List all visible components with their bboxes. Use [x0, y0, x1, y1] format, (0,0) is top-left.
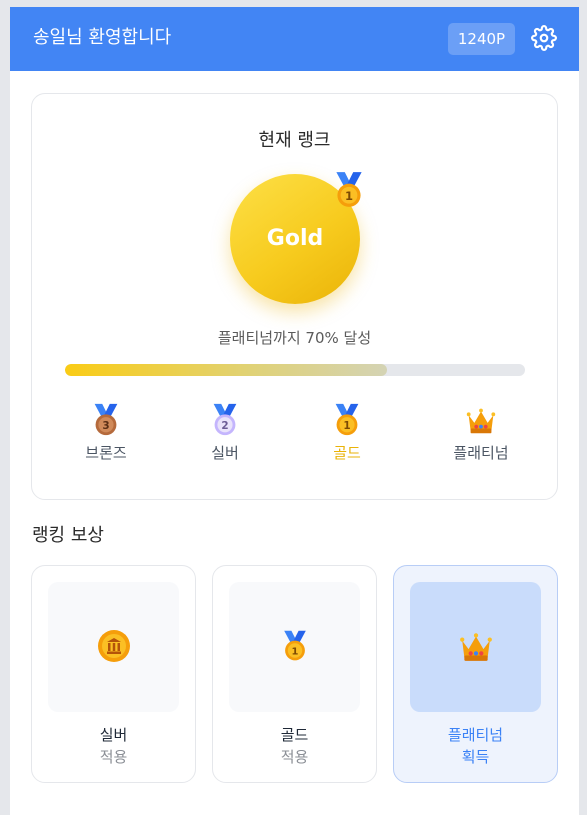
tier-label: 실버 [211, 444, 239, 462]
reward-icon-tile [410, 582, 541, 712]
current-rank-card: 현재 랭크 Gold 1 플래티넘까지 70% 달성 3 브론즈 2 실버 1 … [31, 93, 558, 500]
svg-text:3: 3 [102, 420, 109, 432]
reward-name: 실버 [99, 726, 128, 744]
tier-label: 플래티넘 [453, 444, 509, 462]
reward-status: 적용 [99, 748, 128, 766]
reward-icon-tile: 1 [229, 582, 360, 712]
reward-icon-tile [48, 582, 179, 712]
gold-medal-icon: 1 [336, 172, 362, 207]
tier-gold: 1 골드 [287, 402, 407, 463]
tier-label: 골드 [333, 444, 361, 462]
gold-medal-icon: 1 [284, 630, 306, 661]
top-bar: 송일님 환영합니다 1240P [10, 7, 579, 71]
svg-text:2: 2 [221, 420, 228, 432]
svg-text:1: 1 [343, 420, 350, 432]
greeting-text: 송일님 환영합니다 [33, 27, 172, 48]
tier-silver: 2 실버 [165, 402, 285, 463]
reward-card-platinum[interactable]: 플래티넘 획득 [393, 565, 558, 783]
rank-progress-bar [65, 364, 525, 376]
svg-text:1: 1 [292, 647, 299, 658]
points-badge[interactable]: 1240P [448, 23, 515, 55]
tier-platinum: 플래티넘 [421, 402, 541, 463]
coin-icon [98, 630, 130, 662]
tier-bronze: 3 브론즈 [46, 402, 166, 463]
crown-icon [466, 408, 496, 434]
reward-status: 획득 [461, 748, 490, 766]
tier-label: 브론즈 [85, 444, 127, 462]
progress-text: 플래티넘까지 70% 달성 [217, 329, 372, 347]
gear-icon[interactable] [531, 25, 557, 51]
crown-icon [460, 633, 492, 661]
reward-name: 골드 [280, 726, 309, 744]
reward-name: 플래티넘 [447, 726, 504, 744]
reward-status: 적용 [280, 748, 309, 766]
rank-progress-fill [65, 364, 387, 376]
rank-card-title: 현재 랭크 [258, 130, 331, 151]
gold-medal-icon: 1 [335, 403, 359, 436]
silver-medal-icon: 2 [213, 403, 237, 436]
reward-card-gold[interactable]: 1 골드 적용 [212, 565, 377, 783]
svg-text:1: 1 [345, 189, 353, 203]
app-screen: 송일님 환영합니다 1240P 현재 랭크 Gold 1 플래티넘까지 70% … [10, 7, 579, 815]
rewards-section-title: 랭킹 보상 [32, 525, 104, 546]
reward-card-silver[interactable]: 실버 적용 [31, 565, 196, 783]
bronze-medal-icon: 3 [94, 403, 118, 436]
